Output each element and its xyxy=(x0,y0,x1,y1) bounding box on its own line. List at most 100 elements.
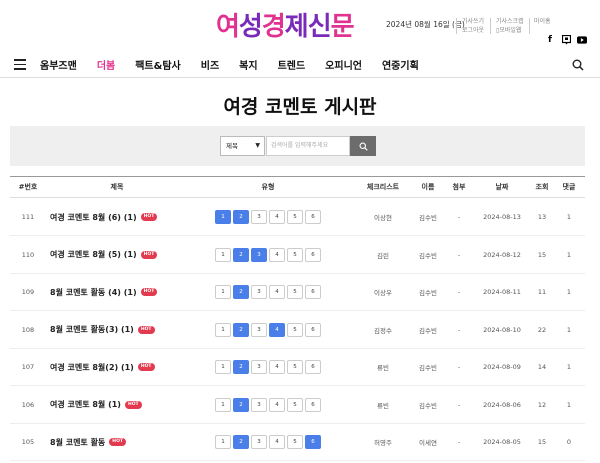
type-step[interactable]: 4 xyxy=(269,247,285,262)
type-step[interactable]: 1 xyxy=(215,210,231,224)
cell-views: 14 xyxy=(537,363,547,371)
cell-attach: - xyxy=(457,250,461,259)
type-step[interactable]: 6 xyxy=(305,285,321,299)
type-step[interactable]: 6 xyxy=(305,360,321,374)
type-step[interactable]: 2 xyxy=(233,397,249,412)
cell-attach: - xyxy=(457,400,461,409)
type-step[interactable]: 2 xyxy=(233,247,249,262)
table-row[interactable]: 105 8월 코멘토 활동 HOT 허영주 이세연 -2024-08-05 15 0 1 2 3 4 5… xyxy=(10,424,585,461)
nav-item[interactable]: 연중기획 xyxy=(382,57,419,72)
nav-item[interactable]: 옴부즈맨 xyxy=(40,57,77,72)
type-step[interactable]: 5 xyxy=(287,285,303,299)
type-step[interactable]: 6 xyxy=(305,247,321,262)
type-step[interactable]: 6 xyxy=(305,435,321,449)
facebook-icon[interactable]: f xyxy=(545,35,555,45)
type-step[interactable]: 3 xyxy=(251,247,267,262)
divider xyxy=(490,18,491,34)
type-step[interactable]: 3 xyxy=(251,322,267,337)
type-step[interactable]: 4 xyxy=(269,397,285,412)
nav-item[interactable]: 복지 xyxy=(239,57,257,72)
type-step[interactable]: 3 xyxy=(251,285,267,299)
menu-icon[interactable] xyxy=(14,59,26,70)
type-step[interactable]: 2 xyxy=(233,322,249,337)
type-step[interactable]: 5 xyxy=(287,322,303,337)
type-step[interactable]: 1 xyxy=(215,360,231,374)
post-title: 여경 코멘토 8월 (6) (1) xyxy=(50,212,137,222)
search-input[interactable]: 검색어를 입력해주세요 xyxy=(266,136,350,156)
cell-date: 2024-08-05 xyxy=(483,438,521,446)
top-links-col2: 기사스크랩 ▯모바일웹 xyxy=(496,17,524,35)
type-step[interactable]: 1 xyxy=(215,322,231,337)
logo-char: 신 xyxy=(307,12,332,42)
search-field-select[interactable]: 제목 ▼ xyxy=(220,136,265,156)
type-step[interactable]: 3 xyxy=(251,397,267,412)
type-step[interactable]: 5 xyxy=(287,397,303,412)
table-row[interactable]: 110 여경 코멘토 8월 (5) (1) HOT 김린 김수빈 - 2024-08-12 1… xyxy=(10,237,585,274)
type-step[interactable]: 3 xyxy=(251,360,267,374)
type-step[interactable]: 2 xyxy=(233,360,249,374)
search-icon[interactable] xyxy=(572,59,584,71)
post-title-link[interactable]: 여경 코멘토 8월 (6) (1) HOT xyxy=(50,199,192,235)
type-step[interactable]: 5 xyxy=(287,435,303,449)
type-step[interactable]: 4 xyxy=(269,435,285,449)
type-step[interactable]: 5 xyxy=(287,247,303,262)
header-name: 이름 xyxy=(421,183,435,191)
hot-badge: HOT xyxy=(124,400,142,409)
post-title-link[interactable]: 8월 코멘토 활동 HOT xyxy=(50,424,192,460)
cell-checklist: 이상우 xyxy=(374,289,392,297)
type-step[interactable]: 4 xyxy=(269,360,285,374)
type-step[interactable]: 4 xyxy=(269,210,285,224)
type-step[interactable]: 6 xyxy=(305,210,321,224)
nav-item[interactable]: 더봄 xyxy=(97,57,115,72)
cell-num: 108 xyxy=(21,325,35,334)
type-step[interactable]: 2 xyxy=(233,210,249,224)
type-step[interactable]: 5 xyxy=(287,360,303,374)
cell-checklist: 류빈 xyxy=(377,364,389,372)
write-article-link[interactable]: 기사쓰기 xyxy=(462,17,484,26)
type-step[interactable]: 1 xyxy=(215,285,231,299)
table-row[interactable]: 106 여경 코멘토 8월 (1) HOT 류빈 김수빈 -2024-08-06 12 1 1 2… xyxy=(10,387,585,424)
post-title-link[interactable]: 여경 코멘토 8월(2) (1) HOT xyxy=(50,349,192,385)
type-step[interactable]: 1 xyxy=(215,435,231,449)
table-row[interactable]: 107 여경 코멘토 8월(2) (1) HOT 류빈 김수빈 -2024-08-09 14… xyxy=(10,349,585,386)
post-title-link[interactable]: 여경 코멘토 8월 (1) HOT xyxy=(50,387,192,423)
top-links-col1: 기사쓰기 로그아웃 xyxy=(462,17,484,35)
mobile-web-link[interactable]: ▯모바일웹 xyxy=(496,26,524,35)
nav-item[interactable]: 비즈 xyxy=(201,57,219,72)
post-title-link[interactable]: 8월 코멘토 활동(3) (1) HOT xyxy=(50,312,192,348)
cell-name: 김수빈 xyxy=(419,289,437,297)
cell-name: 김수빈 xyxy=(419,326,437,335)
nav-item[interactable]: 오피니언 xyxy=(325,57,362,72)
type-step[interactable]: 2 xyxy=(233,285,249,299)
type-step[interactable]: 4 xyxy=(269,322,285,337)
type-step[interactable]: 3 xyxy=(251,435,267,449)
post-title: 8월 코멘토 활동 xyxy=(50,437,106,447)
article-scrap-link[interactable]: 기사스크랩 xyxy=(496,17,524,26)
cell-date: 2024-08-12 xyxy=(483,250,521,259)
youtube-icon[interactable] xyxy=(577,35,587,45)
search-button[interactable] xyxy=(350,136,376,156)
type-step[interactable]: 6 xyxy=(305,397,321,412)
type-step[interactable]: 4 xyxy=(269,285,285,299)
type-step[interactable]: 2 xyxy=(233,435,249,449)
table-row[interactable]: 108 8월 코멘토 활동(3) (1) HOT 김정수 김수빈 - 2024-08-10 2… xyxy=(10,312,585,349)
naver-post-icon[interactable] xyxy=(561,35,571,45)
type-step[interactable]: 1 xyxy=(215,247,231,262)
nav-item[interactable]: 팩트&탐사 xyxy=(135,57,181,72)
post-title-link[interactable]: 여경 코멘토 8월 (5) (1) HOT xyxy=(50,237,192,273)
cell-views: 15 xyxy=(537,438,547,446)
table-row[interactable]: 109 8월 코멘토 활동 (4) (1) HOT 이상우 김수빈 - 2024-08-11… xyxy=(10,274,585,311)
logout-link[interactable]: 로그아웃 xyxy=(462,26,484,35)
type-step[interactable]: 3 xyxy=(251,210,267,224)
post-title-link[interactable]: 8월 코멘토 활동 (4) (1) HOT xyxy=(50,274,192,310)
type-step[interactable]: 1 xyxy=(215,397,231,412)
site-logo[interactable]: 여성경제신문 xyxy=(216,12,355,42)
cell-name: 김수빈 xyxy=(419,364,437,372)
type-step[interactable]: 6 xyxy=(305,322,321,337)
table-row[interactable]: 111 여경 코멘토 8월 (6) (1) HOT 이상현 김수빈 - 2024-08-13… xyxy=(10,199,585,236)
type-step[interactable]: 5 xyxy=(287,210,303,224)
hot-badge: HOT xyxy=(140,213,158,221)
nav-item[interactable]: 트렌드 xyxy=(278,57,306,72)
my-home-link[interactable]: 마이홈 xyxy=(534,17,551,26)
site-header: 여성경제신문 2024년 08월 16일 (금) 기사쓰기 로그아웃 기사스크랩… xyxy=(0,0,600,52)
